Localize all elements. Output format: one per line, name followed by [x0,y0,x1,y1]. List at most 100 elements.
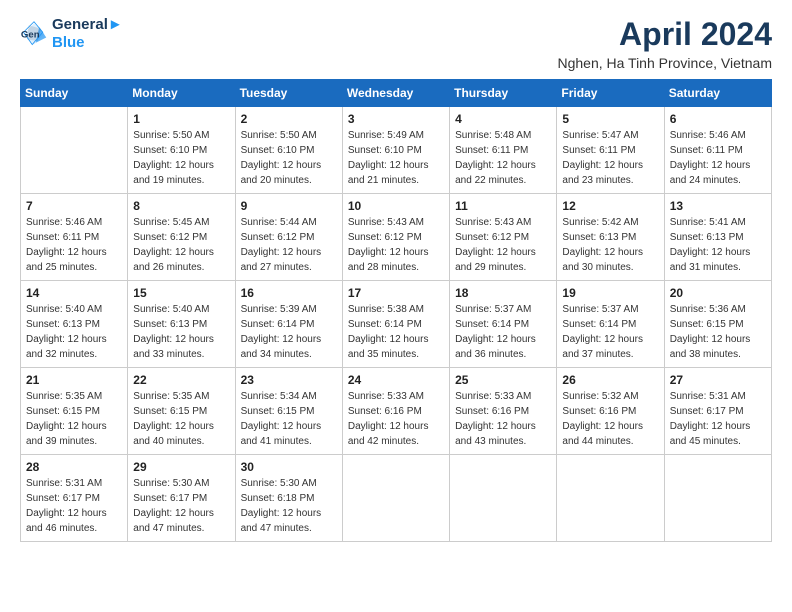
calendar-cell: 13 Sunrise: 5:41 AMSunset: 6:13 PMDayligh… [664,194,771,281]
calendar-cell: 26Sunrise: 5:32 AMSunset: 6:16 PMDayligh… [557,368,664,455]
sunset-time: Sunset: 6:11 PM [26,230,122,245]
day-info: Sunrise: 5:50 AMSunset: 6:10 PMDaylight:… [241,128,337,188]
sunset-time: Sunset: 6:17 PM [26,491,122,506]
daylight-hours: Daylight: 12 hours [455,419,551,434]
sunrise-time: Sunrise: 5:31 AM [670,389,766,404]
daylight-minutes: and 42 minutes. [348,434,444,449]
sunset-time: Sunset: 6:15 PM [670,317,766,332]
calendar-cell: 25Sunrise: 5:33 AMSunset: 6:16 PMDayligh… [450,368,557,455]
daylight-hours: Daylight: 12 hours [26,245,122,260]
logo-icon: Gen [20,20,48,48]
calendar-cell: 20Sunrise: 5:36 AMSunset: 6:15 PMDayligh… [664,281,771,368]
day-number: 22 [133,373,229,387]
weekday-header-wednesday: Wednesday [342,80,449,107]
daylight-minutes: and 30 minutes. [562,260,658,275]
sunset-time: Sunset: 6:16 PM [562,404,658,419]
daylight-minutes: and 45 minutes. [670,434,766,449]
day-info: Sunrise: 5:36 AMSunset: 6:15 PMDaylight:… [670,302,766,362]
sunrise-time: Sunrise: 5:35 AM [133,389,229,404]
calendar-cell [342,455,449,542]
calendar-cell: 16Sunrise: 5:39 AMSunset: 6:14 PMDayligh… [235,281,342,368]
daylight-hours: Daylight: 12 hours [562,332,658,347]
daylight-minutes: and 41 minutes. [241,434,337,449]
weekday-header-friday: Friday [557,80,664,107]
sunrise-time: Sunrise: 5:50 AM [133,128,229,143]
sunrise-time: Sunrise: 5:40 AM [133,302,229,317]
sunset-time: Sunset: 6:12 PM [348,230,444,245]
day-number: 11 [455,199,551,213]
day-info: Sunrise: 5:32 AMSunset: 6:16 PMDaylight:… [562,389,658,449]
sunset-time: Sunset: 6:14 PM [241,317,337,332]
daylight-minutes: and 36 minutes. [455,347,551,362]
sunrise-time: Sunrise: 5:36 AM [670,302,766,317]
daylight-hours: Daylight: 12 hours [562,419,658,434]
daylight-minutes: and 23 minutes. [562,173,658,188]
sunset-time: Sunset: 6:11 PM [562,143,658,158]
day-info: Sunrise: 5:45 AMSunset: 6:12 PMDaylight:… [133,215,229,275]
day-number: 1 [133,112,229,126]
calendar-cell: 7Sunrise: 5:46 AMSunset: 6:11 PMDaylight… [21,194,128,281]
day-info: Sunrise: 5:41 AMSunset: 6:13 PMDaylight:… [670,215,766,275]
weekday-header-monday: Monday [128,80,235,107]
day-info: Sunrise: 5:31 AMSunset: 6:17 PMDaylight:… [26,476,122,536]
calendar-header-row: SundayMondayTuesdayWednesdayThursdayFrid… [21,80,772,107]
daylight-minutes: and 40 minutes. [133,434,229,449]
day-number: 5 [562,112,658,126]
daylight-hours: Daylight: 12 hours [348,245,444,260]
day-info: Sunrise: 5:37 AMSunset: 6:14 PMDaylight:… [562,302,658,362]
calendar-cell: 29Sunrise: 5:30 AMSunset: 6:17 PMDayligh… [128,455,235,542]
calendar-cell: 2 Sunrise: 5:50 AMSunset: 6:10 PMDaylight… [235,107,342,194]
day-number: 21 [26,373,122,387]
day-number: 4 [455,112,551,126]
calendar-cell: 18Sunrise: 5:37 AMSunset: 6:14 PMDayligh… [450,281,557,368]
day-info: Sunrise: 5:35 AMSunset: 6:15 PMDaylight:… [26,389,122,449]
daylight-minutes: and 28 minutes. [348,260,444,275]
daylight-hours: Daylight: 12 hours [562,245,658,260]
day-info: Sunrise: 5:50 AMSunset: 6:10 PMDaylight:… [133,128,229,188]
day-number: 12 [562,199,658,213]
calendar-cell: 24Sunrise: 5:33 AMSunset: 6:16 PMDayligh… [342,368,449,455]
day-info: Sunrise: 5:35 AMSunset: 6:15 PMDaylight:… [133,389,229,449]
calendar-cell: 17Sunrise: 5:38 AMSunset: 6:14 PMDayligh… [342,281,449,368]
calendar-week-1: 1 Sunrise: 5:50 AMSunset: 6:10 PMDaylight… [21,107,772,194]
sunset-time: Sunset: 6:18 PM [241,491,337,506]
month-year-title: April 2024 [557,16,772,53]
day-number: 15 [133,286,229,300]
sunrise-time: Sunrise: 5:43 AM [348,215,444,230]
sunset-time: Sunset: 6:14 PM [562,317,658,332]
calendar-cell: 14Sunrise: 5:40 AMSunset: 6:13 PMDayligh… [21,281,128,368]
day-number: 27 [670,373,766,387]
logo-text-line1: General► [52,16,123,34]
day-number: 18 [455,286,551,300]
day-info: Sunrise: 5:33 AMSunset: 6:16 PMDaylight:… [348,389,444,449]
sunset-time: Sunset: 6:11 PM [670,143,766,158]
daylight-hours: Daylight: 12 hours [133,158,229,173]
daylight-minutes: and 35 minutes. [348,347,444,362]
day-number: 2 [241,112,337,126]
sunrise-time: Sunrise: 5:41 AM [670,215,766,230]
day-number: 3 [348,112,444,126]
day-number: 28 [26,460,122,474]
sunrise-time: Sunrise: 5:30 AM [133,476,229,491]
weekday-header-sunday: Sunday [21,80,128,107]
daylight-hours: Daylight: 12 hours [241,245,337,260]
calendar-cell: 10Sunrise: 5:43 AMSunset: 6:12 PMDayligh… [342,194,449,281]
calendar-cell: 8 Sunrise: 5:45 AMSunset: 6:12 PMDaylight… [128,194,235,281]
daylight-hours: Daylight: 12 hours [670,245,766,260]
daylight-hours: Daylight: 12 hours [26,332,122,347]
sunset-time: Sunset: 6:14 PM [348,317,444,332]
day-info: Sunrise: 5:47 AMSunset: 6:11 PMDaylight:… [562,128,658,188]
daylight-hours: Daylight: 12 hours [348,332,444,347]
daylight-hours: Daylight: 12 hours [455,158,551,173]
daylight-minutes: and 46 minutes. [26,521,122,536]
day-number: 9 [241,199,337,213]
weekday-header-thursday: Thursday [450,80,557,107]
daylight-hours: Daylight: 12 hours [26,419,122,434]
day-number: 8 [133,199,229,213]
daylight-minutes: and 21 minutes. [348,173,444,188]
daylight-hours: Daylight: 12 hours [26,506,122,521]
day-info: Sunrise: 5:48 AMSunset: 6:11 PMDaylight:… [455,128,551,188]
day-number: 13 [670,199,766,213]
daylight-minutes: and 43 minutes. [455,434,551,449]
day-info: Sunrise: 5:46 AMSunset: 6:11 PMDaylight:… [26,215,122,275]
